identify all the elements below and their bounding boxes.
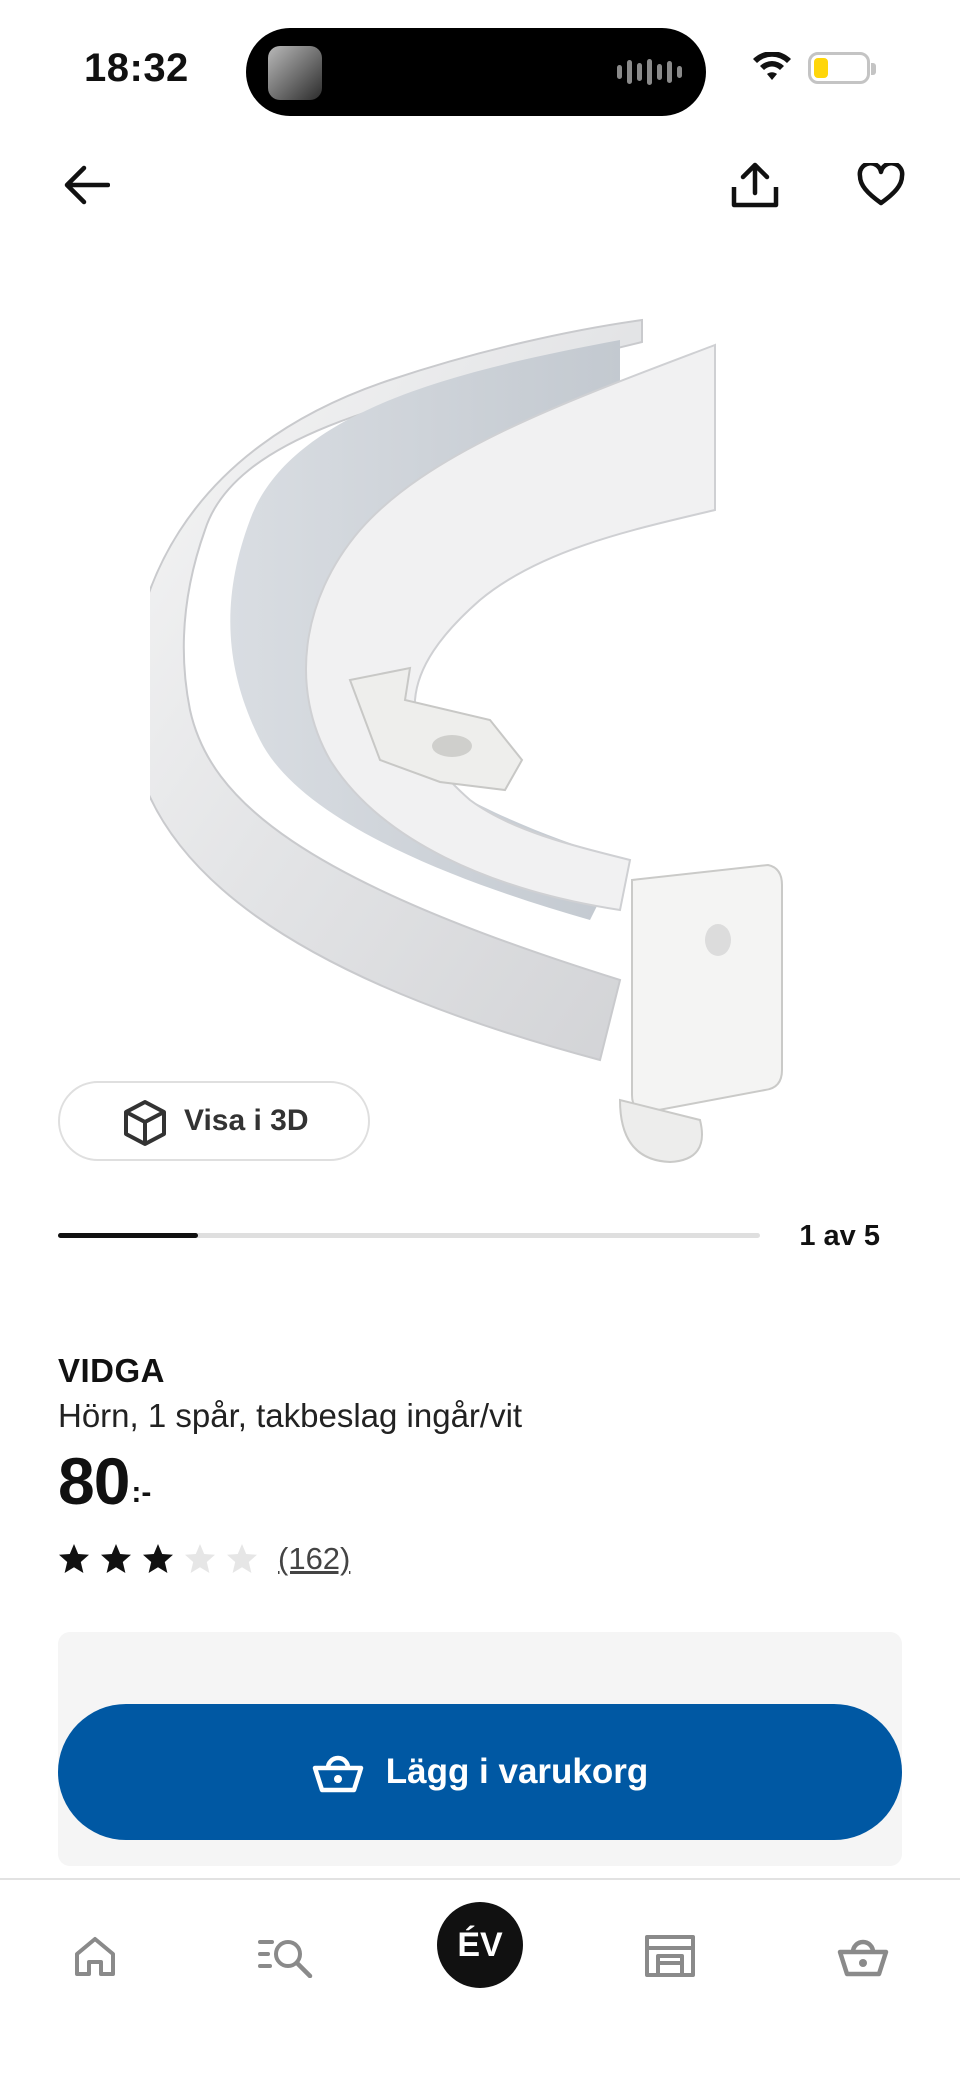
review-count-link[interactable]: (162): [278, 1541, 350, 1577]
basket-icon: [837, 1939, 889, 1977]
star-empty-icon: [227, 1544, 257, 1573]
star-filled-icon: [143, 1544, 173, 1573]
search-list-icon: [258, 1940, 313, 1978]
price-integer: 80: [58, 1444, 130, 1518]
tab-profile-avatar[interactable]: ÉV: [437, 1902, 523, 1988]
tab-search[interactable]: [246, 1916, 326, 1996]
status-time: 18:32: [84, 46, 189, 90]
image-counter: 1 av 5: [799, 1220, 880, 1252]
product-image[interactable]: [150, 300, 830, 1180]
product-price: 80 :-: [58, 1448, 151, 1514]
image-carousel-progress-fill: [58, 1233, 199, 1238]
cube-icon: [124, 1100, 166, 1146]
wifi-icon: [753, 52, 791, 80]
price-suffix: :-: [131, 1476, 152, 1509]
basket-icon: [312, 1755, 363, 1793]
share-icon: [731, 162, 779, 208]
now-playing-thumbnail: [268, 46, 322, 100]
product-description: Hörn, 1 spår, takbeslag ingår/vit: [58, 1397, 523, 1434]
star-filled-icon: [59, 1544, 89, 1573]
view-3d-label: Visa i 3D: [184, 1104, 309, 1137]
star-empty-icon: [185, 1544, 215, 1573]
audio-wave-icon: [617, 58, 682, 86]
heart-icon: [857, 163, 905, 206]
add-to-cart-button[interactable]: Lägg i varukorg: [58, 1704, 902, 1840]
dynamic-island[interactable]: [246, 28, 706, 116]
tab-home[interactable]: [55, 1916, 135, 1996]
tab-store[interactable]: [630, 1916, 710, 1996]
view-3d-button[interactable]: Visa i 3D: [58, 1081, 370, 1161]
star-filled-icon: [101, 1544, 131, 1573]
tab-cart[interactable]: [823, 1916, 903, 1996]
store-icon: [645, 1935, 695, 1977]
arrow-left-icon: [64, 165, 110, 205]
product-rating[interactable]: (162): [58, 1541, 350, 1577]
share-button[interactable]: [720, 150, 790, 220]
add-to-cart-label: Lägg i varukorg: [385, 1752, 649, 1791]
bottom-tab-bar: ÉV: [0, 1878, 960, 2081]
product-brand: VIDGA: [58, 1352, 166, 1389]
home-icon: [75, 1937, 115, 1976]
rating-stars: [58, 1543, 258, 1575]
back-button[interactable]: [52, 150, 122, 220]
battery-icon: [808, 52, 876, 84]
favorite-button[interactable]: [846, 150, 916, 220]
image-carousel-progress: [58, 1233, 760, 1238]
